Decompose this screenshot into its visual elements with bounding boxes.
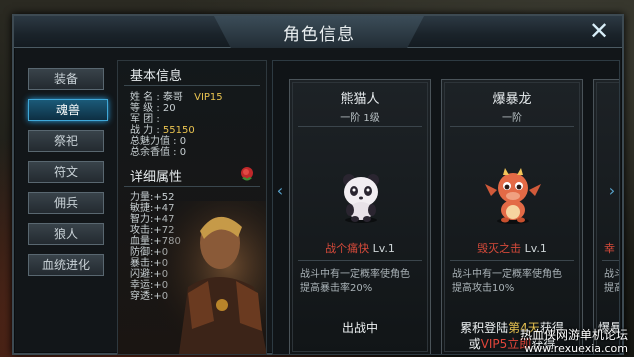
level-value: 20 (162, 103, 176, 114)
fragrance-label: 总余香值 : (130, 147, 177, 158)
skill-level: Lv.1 (372, 242, 395, 255)
unlock-text: 或 (468, 337, 481, 351)
hero-portrait (158, 201, 266, 354)
divider (602, 260, 619, 261)
name-row: 姓 名 : 泰哥 VIP15 (118, 92, 266, 103)
attr-label: 力量 (130, 192, 150, 203)
card-frame (596, 82, 619, 352)
level-row: 等 级 : 20 (118, 103, 266, 114)
sidebar-item-soul-beast[interactable]: 魂兽 (28, 99, 108, 121)
skill-description: 战斗中 提高暴 (604, 268, 619, 296)
attr-label: 闪避 (130, 269, 150, 280)
sidebar-item-sacrifice[interactable]: 祭祀 (28, 130, 104, 152)
sidebar: 装备 魂兽 祭祀 符文 佣兵 狼人 血统进化 (28, 68, 114, 285)
desc-line: 提高暴 (604, 283, 619, 294)
desc-line: 提高攻击10% (452, 283, 515, 294)
scroll-right-icon[interactable]: › (605, 171, 619, 211)
pet-status: 出战中 (290, 320, 430, 336)
divider (298, 260, 422, 261)
skill-level: Lv.1 (524, 242, 547, 255)
attr-label: 防御 (130, 247, 150, 258)
skill-name: 战个痛快 (325, 242, 370, 255)
fragrance-row: 总余香值 : 0 (118, 147, 266, 158)
status-deployed: 出战中 (341, 321, 378, 335)
pet-rank: 一阶 (502, 113, 522, 124)
divider (298, 126, 422, 127)
desc-line: 战斗中有一定概率使角色 (452, 269, 562, 280)
sidebar-item-werewolf[interactable]: 狼人 (28, 223, 104, 245)
legion-row: 军 团 : (118, 114, 266, 125)
attr-label: 攻击 (130, 225, 150, 236)
charm-label: 总魅力值 : (130, 136, 177, 147)
attr-label: 智力 (130, 214, 150, 225)
scroll-left-icon[interactable]: ‹ (273, 171, 287, 211)
desc-line: 战斗中有一定概率使角色 (300, 269, 410, 280)
attr-label: 敏捷 (130, 203, 150, 214)
charm-row: 总魅力值 : 0 (118, 136, 266, 147)
pet-rank: 一阶 1级 (340, 113, 380, 124)
power-row: 战 力 : 55150 (118, 125, 266, 136)
pet-skill: 幸 (594, 240, 619, 256)
sidebar-item-rune[interactable]: 符文 (28, 161, 104, 183)
sidebar-item-mercenary[interactable]: 佣兵 (28, 192, 104, 214)
charm-value: 0 (179, 136, 187, 147)
pet-card[interactable]: 幸 战斗中 提高暴 爆暴龙 (593, 79, 619, 354)
character-info-window: 角色信息 ✕ 装备 魂兽 祭祀 符文 佣兵 狼人 血统进化 基本信息 姓 名:… (12, 14, 624, 355)
pet-name: 熊猫人 (340, 92, 380, 107)
watermark-url: www.rexuexia.com (524, 342, 628, 355)
power-label: 战 力 : (130, 125, 160, 136)
divider (450, 126, 574, 127)
site-watermark: 热血侠网游单机论坛 www.rexuexia.com (519, 328, 628, 356)
skill-description: 战斗中有一定概率使角色 提高暴击率20% (300, 268, 422, 296)
panda-pet-icon (343, 174, 379, 223)
pet-cards-area: ‹ 熊猫人 一阶 1级 战个痛快 Lv.1 战斗中有一定概率使角色 提高暴击率2… (272, 60, 620, 355)
close-icon[interactable]: ✕ (586, 19, 612, 45)
sidebar-item-equipment[interactable]: 装备 (28, 68, 104, 90)
attr-label: 幸运 (130, 280, 150, 291)
skill-description: 战斗中有一定概率使角色 提高攻击10% (452, 268, 574, 296)
pet-skill: 毁灭之击 Lv.1 (442, 240, 582, 256)
baby-dragon-pet-icon (485, 168, 541, 224)
pet-card[interactable]: 熊猫人 一阶 1级 战个痛快 Lv.1 战斗中有一定概率使角色 提高暴击率20%… (289, 79, 431, 354)
desc-line: 战斗中 (604, 269, 619, 280)
basic-info-heading: 基本信息 (130, 69, 183, 84)
watermark-title: 热血侠网游单机论坛 (519, 328, 628, 342)
pet-card[interactable]: 爆暴龙 一阶 毁灭之击 Lv.1 战斗中有一定概率使角色 提高攻击10% 累积登… (441, 79, 583, 354)
legion-label: 军 团 : (130, 114, 160, 125)
name-label: 姓 名 : (130, 92, 160, 103)
pet-skill: 战个痛快 Lv.1 (290, 240, 430, 256)
desc-line: 提高暴击率20% (300, 283, 373, 294)
pet-name: 爆暴龙 (492, 92, 532, 107)
character-info-panel: 基本信息 姓 名 : 泰哥 VIP15 等 级 : 20 军 团 : 战 力 :… (117, 60, 267, 355)
rose-icon[interactable] (238, 165, 256, 183)
fragrance-value: 0 (179, 147, 187, 158)
title-bar: 角色信息 ✕ (14, 16, 622, 48)
attr-label: 血量 (130, 236, 150, 247)
vip-badge: VIP15 (194, 92, 223, 103)
power-value: 55150 (162, 125, 195, 136)
name-value: 泰哥 (162, 92, 183, 103)
unlock-text: 累积登陆 (460, 321, 509, 335)
skill-name: 毁灭之击 (477, 242, 522, 255)
level-label: 等 级 : (130, 103, 160, 114)
sidebar-item-bloodline[interactable]: 血统进化 (28, 254, 104, 276)
divider (450, 260, 574, 261)
window-title: 角色信息 (283, 25, 355, 45)
attr-label: 穿透 (130, 291, 150, 302)
skill-name: 幸 (604, 242, 615, 255)
attr-label: 暴击 (130, 258, 150, 269)
